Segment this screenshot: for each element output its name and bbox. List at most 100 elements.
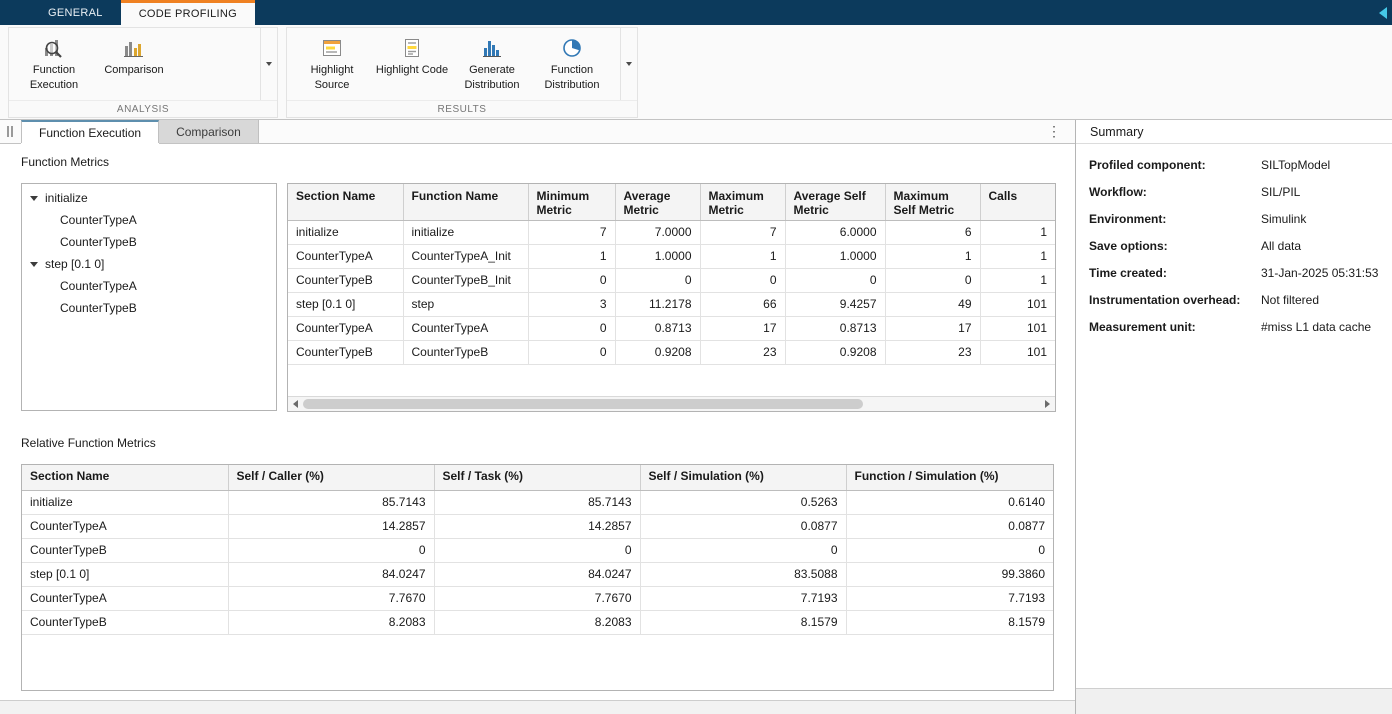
scroll-left-button[interactable] <box>288 397 303 411</box>
table-cell: 99.3860 <box>846 562 1053 586</box>
column-header[interactable]: Section Name <box>288 184 403 220</box>
highlight-source-button-label: Highlight Source <box>292 63 372 93</box>
doc-tab-function-execution-label: Function Execution <box>39 126 141 140</box>
summary-fields: Profiled component: SILTopModel Workflow… <box>1076 144 1392 688</box>
tree-item-countertypeb[interactable]: CounterTypeB <box>22 231 276 253</box>
summary-panel-title: Summary <box>1076 120 1392 144</box>
column-header[interactable]: Self / Caller (%) <box>228 465 434 490</box>
table-row[interactable]: CounterTypeACounterTypeA_Init11.000011.0… <box>288 244 1055 268</box>
doc-tab-comparison[interactable]: Comparison <box>159 120 259 143</box>
table-cell: CounterTypeB <box>288 340 403 364</box>
collapse-node-icon[interactable] <box>30 196 38 201</box>
column-header[interactable]: Calls <box>980 184 1055 220</box>
table-cell: 0 <box>785 268 885 292</box>
scrollbar-thumb[interactable] <box>303 399 863 409</box>
table-cell: 7 <box>700 220 785 244</box>
scroll-left-icon <box>293 400 298 408</box>
table-cell: 84.0247 <box>434 562 640 586</box>
table-cell: 0 <box>528 268 615 292</box>
column-header[interactable]: Minimum Metric <box>528 184 615 220</box>
table-row[interactable]: CounterTypeBCounterTypeB_Init000001 <box>288 268 1055 292</box>
table-row[interactable]: CounterTypeB8.20838.20838.15798.1579 <box>22 610 1053 634</box>
column-header[interactable]: Average Metric <box>615 184 700 220</box>
table-row[interactable]: CounterTypeACounterTypeA00.8713170.87131… <box>288 316 1055 340</box>
column-header[interactable]: Function Name <box>403 184 528 220</box>
dock-grip-icon[interactable] <box>0 120 21 143</box>
table-cell: 1 <box>528 244 615 268</box>
table-row[interactable]: CounterTypeBCounterTypeB00.9208230.92082… <box>288 340 1055 364</box>
table-cell: CounterTypeB <box>403 340 528 364</box>
table-cell: 7.7670 <box>434 586 640 610</box>
table-cell: CounterTypeA <box>22 514 228 538</box>
table-cell: 8.2083 <box>434 610 640 634</box>
table-cell: 8.2083 <box>228 610 434 634</box>
tree-item-countertypea[interactable]: CounterTypeA <box>22 275 276 297</box>
table-cell: 101 <box>980 292 1055 316</box>
function-execution-button[interactable]: Function Execution <box>14 28 94 100</box>
tree-item-countertypeb[interactable]: CounterTypeB <box>22 297 276 319</box>
column-header[interactable]: Self / Simulation (%) <box>640 465 846 490</box>
analysis-gallery-expand-button[interactable] <box>260 28 277 100</box>
table-cell: 101 <box>980 340 1055 364</box>
doc-tab-comparison-label: Comparison <box>176 125 241 139</box>
ribbon-group-analysis-label: ANALYSIS <box>9 100 277 117</box>
table-cell: 7 <box>528 220 615 244</box>
table-cell: CounterTypeA <box>403 316 528 340</box>
table-cell: 7.0000 <box>615 220 700 244</box>
collapse-toolstrip-button[interactable] <box>1379 0 1387 25</box>
generate-distribution-button[interactable]: Generate Distribution <box>452 28 532 100</box>
table-cell: 8.1579 <box>640 610 846 634</box>
column-header[interactable]: Average Self Metric <box>785 184 885 220</box>
comparison-button[interactable]: Comparison <box>94 28 174 100</box>
table-row[interactable]: initializeinitialize77.000076.000061 <box>288 220 1055 244</box>
scroll-right-button[interactable] <box>1040 397 1055 411</box>
function-execution-button-label: Function Execution <box>14 63 94 93</box>
summary-row-environment: Environment: Simulink <box>1089 212 1379 227</box>
table-cell: 23 <box>700 340 785 364</box>
table-cell: 14.2857 <box>434 514 640 538</box>
summary-panel-footer <box>1076 688 1392 714</box>
table-header-row: Section NameFunction NameMinimum MetricA… <box>288 184 1055 220</box>
highlight-code-button[interactable]: Highlight Code <box>372 28 452 100</box>
table-row[interactable]: step [0.1 0]84.024784.024783.508899.3860 <box>22 562 1053 586</box>
table-row[interactable]: CounterTypeA7.76707.76707.71937.7193 <box>22 586 1053 610</box>
comparison-button-label: Comparison <box>104 63 163 78</box>
scrollbar-track[interactable] <box>303 397 1040 411</box>
collapse-node-icon[interactable] <box>30 262 38 267</box>
collapse-arrow-icon <box>1379 7 1387 19</box>
horizontal-scrollbar[interactable] <box>288 396 1055 411</box>
tab-general-label: GENERAL <box>48 7 103 19</box>
results-gallery-expand-button[interactable] <box>620 28 637 100</box>
tab-general[interactable]: GENERAL <box>30 0 121 25</box>
table-row[interactable]: step [0.1 0]step311.2178669.425749101 <box>288 292 1055 316</box>
tree-item-countertypea[interactable]: CounterTypeA <box>22 209 276 231</box>
function-execution-icon <box>42 36 66 60</box>
summary-row-measurement-unit: Measurement unit: #miss L1 data cache <box>1089 320 1379 335</box>
function-distribution-button[interactable]: Function Distribution <box>532 28 612 100</box>
table-cell: 0 <box>528 340 615 364</box>
table-cell: step [0.1 0] <box>288 292 403 316</box>
tab-code-profiling[interactable]: CODE PROFILING <box>121 0 255 25</box>
document-actions-button[interactable]: ⋮ <box>1047 120 1075 143</box>
table-cell: step <box>403 292 528 316</box>
column-header[interactable]: Maximum Self Metric <box>885 184 980 220</box>
generate-distribution-icon <box>480 36 504 60</box>
doc-tab-function-execution[interactable]: Function Execution <box>21 120 159 143</box>
summary-panel: Summary Profiled component: SILTopModel … <box>1075 120 1392 714</box>
column-header[interactable]: Self / Task (%) <box>434 465 640 490</box>
tree-item-step[interactable]: step [0.1 0] <box>22 253 276 275</box>
column-header[interactable]: Maximum Metric <box>700 184 785 220</box>
kebab-menu-icon: ⋮ <box>1047 123 1061 140</box>
table-cell: 6 <box>885 220 980 244</box>
column-header[interactable]: Function / Simulation (%) <box>846 465 1053 490</box>
chevron-down-icon <box>266 62 272 66</box>
column-header[interactable]: Section Name <box>22 465 228 490</box>
table-row[interactable]: CounterTypeA14.285714.28570.08770.0877 <box>22 514 1053 538</box>
table-cell: CounterTypeB <box>22 610 228 634</box>
tree-item-initialize[interactable]: initialize <box>22 187 276 209</box>
table-cell: 0 <box>228 538 434 562</box>
table-row[interactable]: CounterTypeB0000 <box>22 538 1053 562</box>
highlight-source-button[interactable]: Highlight Source <box>292 28 372 100</box>
table-cell: 0.8713 <box>785 316 885 340</box>
table-row[interactable]: initialize85.714385.71430.52630.6140 <box>22 490 1053 514</box>
